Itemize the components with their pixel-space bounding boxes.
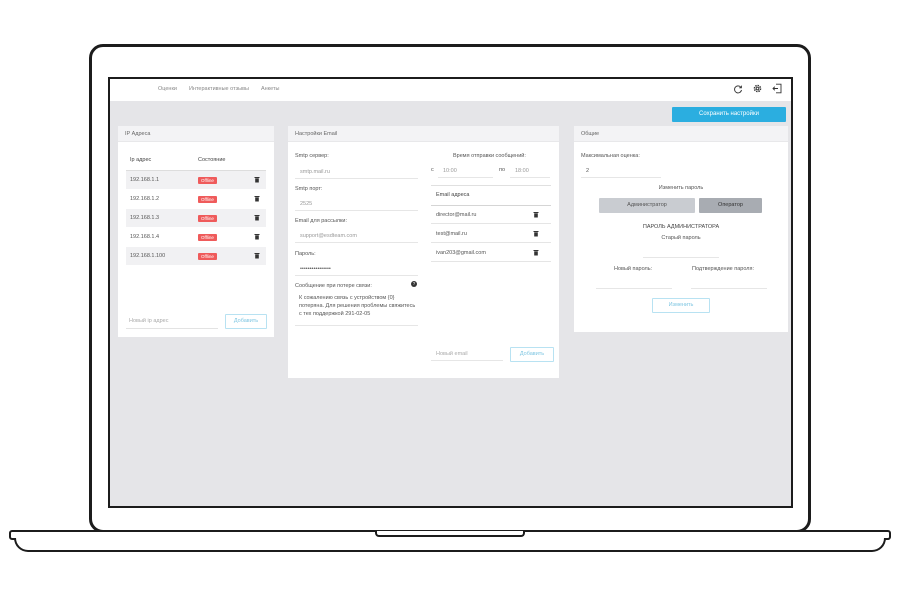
change-password-label: Изменить пароль: [658, 185, 704, 191]
trash-icon[interactable]: [254, 195, 260, 202]
from-label: с: [431, 167, 434, 173]
mailing-email-label: Email для рассылки:: [295, 218, 347, 224]
new-ip-input[interactable]: Новый ip адрес: [126, 314, 218, 329]
email-address: test@mail.ru: [436, 231, 467, 237]
new-password-input[interactable]: [596, 275, 672, 289]
confirm-password-label: Подтверждение пароля:: [692, 266, 754, 272]
email-address: director@mail.ru: [436, 212, 477, 218]
app-screen: Оценки Интерактивные отзывы Анкеты Сохра…: [108, 77, 793, 508]
ip-cell: 192.168.1.3: [130, 215, 160, 221]
list-item: ivan203@gmail.com: [431, 244, 551, 262]
card-title: Настройки Email: [288, 126, 559, 142]
old-password-input[interactable]: [643, 244, 719, 258]
ip-table-header: Ip адрес Состояние: [126, 157, 266, 163]
status-badge: Offline: [198, 252, 217, 260]
list-item: test@mail.ru: [431, 225, 551, 243]
laptop-base-bottom: [14, 538, 886, 552]
trash-icon[interactable]: [533, 230, 539, 237]
max-rating-input[interactable]: 2: [581, 164, 661, 178]
time-from-input[interactable]: 10:00: [438, 164, 493, 178]
send-time-label: Время отправки сообщений:: [453, 153, 526, 159]
trash-icon[interactable]: [254, 233, 260, 240]
password-input[interactable]: ••••••••••••••••: [295, 262, 418, 276]
card-title: Общие: [574, 126, 788, 142]
status-badge: Offline: [198, 195, 217, 203]
time-to-input[interactable]: 18:00: [510, 164, 550, 178]
status-badge: Offline: [198, 176, 217, 184]
smtp-server-label: Smtp сервер:: [295, 153, 329, 159]
lost-connection-message[interactable]: К сожалению связь с устройством {0} поте…: [295, 292, 418, 326]
top-navigation: Оценки Интерактивные отзывы Анкеты: [110, 79, 791, 101]
smtp-port-label: Smtp порт:: [295, 186, 323, 192]
col-header-ip: Ip адрес: [130, 157, 152, 163]
table-row: 192.168.1.3 Offline: [126, 209, 266, 227]
trash-icon[interactable]: [254, 176, 260, 183]
ip-cell: 192.168.1.1: [130, 177, 160, 183]
table-row: 192.168.1.4 Offline: [126, 228, 266, 246]
max-rating-label: Максимальная оценка:: [581, 153, 640, 159]
nav-item-interactive-reviews[interactable]: Интерактивные отзывы: [189, 86, 249, 92]
new-email-input[interactable]: Новый email: [431, 347, 503, 361]
trash-icon[interactable]: [254, 252, 260, 259]
smtp-port-input[interactable]: 2525: [295, 197, 418, 211]
status-badge: Offline: [198, 214, 217, 222]
lost-connection-label: Сообщение при потере связи:: [295, 283, 372, 289]
help-icon[interactable]: ?: [411, 281, 417, 287]
to-label: по: [499, 167, 506, 173]
mailing-email-input[interactable]: support@esdteam.com: [295, 229, 418, 243]
top-icons: [733, 83, 783, 94]
nav-menu: Оценки Интерактивные отзывы Анкеты: [158, 86, 279, 92]
email-address: ivan203@gmail.com: [436, 250, 486, 256]
table-row: 192.168.1.100 Offline: [126, 247, 266, 265]
refresh-icon[interactable]: [733, 84, 743, 94]
general-settings-card: Общие Максимальная оценка: 2 Изменить па…: [574, 126, 788, 332]
ip-cell: 192.168.1.2: [130, 196, 160, 202]
gear-icon[interactable]: [752, 83, 763, 94]
nav-item-questionnaires[interactable]: Анкеты: [261, 86, 280, 92]
admin-password-title: ПАРОЛЬ АДМИНИСТРАТОРА: [642, 224, 720, 230]
trash-icon[interactable]: [533, 211, 539, 218]
ip-addresses-card: IP Адреса Ip адрес Состояние 192.168.1.1…: [118, 126, 274, 337]
old-password-label: Старый пароль: [661, 235, 701, 241]
card-title: IP Адреса: [118, 126, 274, 142]
table-row: 192.168.1.2 Offline: [126, 190, 266, 208]
ip-cell: 192.168.1.100: [130, 253, 166, 259]
tab-administrator[interactable]: Администратор: [599, 198, 695, 213]
new-password-label: Новый пароль:: [614, 266, 653, 272]
laptop-notch: [375, 531, 525, 537]
trash-icon[interactable]: [533, 249, 539, 256]
email-list-title: Email адреса: [436, 192, 470, 198]
password-label: Пароль:: [295, 251, 316, 257]
list-item: director@mail.ru: [431, 206, 551, 224]
col-header-state: Состояние: [198, 157, 226, 163]
email-settings-card: Настройки Email Smtp сервер: smtp.mail.r…: [288, 126, 559, 378]
smtp-server-input[interactable]: smtp.mail.ru: [295, 165, 418, 179]
ip-cell: 192.168.1.4: [130, 234, 160, 240]
save-settings-button[interactable]: Сохранить настройки: [672, 107, 786, 122]
tab-operator[interactable]: Оператор: [699, 198, 762, 213]
trash-icon[interactable]: [254, 214, 260, 221]
add-email-button[interactable]: Добавить: [510, 347, 554, 362]
status-badge: Offline: [198, 233, 217, 241]
divider: [431, 185, 551, 186]
logout-icon[interactable]: [772, 83, 783, 94]
add-ip-button[interactable]: Добавить: [225, 314, 267, 329]
change-password-button[interactable]: Изменить: [652, 298, 710, 313]
table-row: 192.168.1.1 Offline: [126, 171, 266, 189]
confirm-password-input[interactable]: [691, 275, 767, 289]
nav-item-ratings[interactable]: Оценки: [158, 86, 177, 92]
